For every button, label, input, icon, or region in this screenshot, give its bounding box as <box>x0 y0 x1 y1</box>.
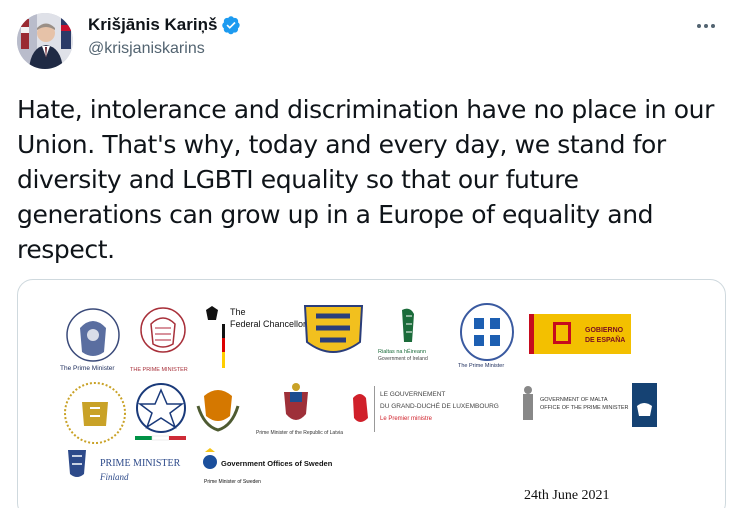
france-logo <box>64 382 126 444</box>
greece-logo: The Prime Minister <box>458 303 514 369</box>
sweden-label-1: Government Offices of Sweden <box>221 459 333 468</box>
latvia-logo: Prime Minister of the Republic of Latvia <box>256 383 343 436</box>
belgium-label: The Prime Minister <box>60 365 115 372</box>
name-row: Krišjānis Kariņš <box>88 15 241 35</box>
avatar[interactable] <box>17 13 73 69</box>
display-name[interactable]: Krišjānis Kariņš <box>88 15 217 35</box>
ireland-logo: Rialtas na hÉireann Government of Irelan… <box>378 308 428 362</box>
germany-logo: The Federal Chancellor <box>206 306 306 368</box>
cyprus-logo <box>196 390 240 432</box>
greece-label: The Prime Minister <box>458 363 504 369</box>
luxembourg-gov-logo: LE GOUVERNEMENT DU GRAND-DUCHÉ DE LUXEMB… <box>353 386 499 432</box>
tweet: Krišjānis Kariņš @krisjaniskarins Hate, … <box>0 0 734 508</box>
germany-label-2: Federal Chancellor <box>230 319 306 329</box>
luxembourg-gov-label-2: DU GRAND-DUCHÉ DE LUXEMBOURG <box>380 401 499 410</box>
luxembourg-pm-logo: THE PRIME MINISTER <box>130 307 188 373</box>
luxembourg-gov-label-1: LE GOUVERNEMENT <box>380 391 445 398</box>
malta-label-2: OFFICE OF THE PRIME MINISTER <box>540 405 629 411</box>
handle[interactable]: @krisjaniskarins <box>88 40 241 58</box>
malta-logo: GOVERNMENT OF MALTA OFFICE OF THE PRIME … <box>523 386 629 420</box>
finland-logo: PRIME MINISTER Finland <box>68 450 181 482</box>
finland-label-2: Finland <box>99 472 129 482</box>
document-date: 24th June 2021 <box>524 488 610 503</box>
tweet-text: Hate, intolerance and discrimination hav… <box>17 95 714 264</box>
verified-badge-icon <box>221 15 241 35</box>
tweet-image[interactable]: The Prime Minister THE PRIME MINISTER Th… <box>17 279 726 508</box>
italy-logo <box>135 383 186 441</box>
luxembourg-pm-label: THE PRIME MINISTER <box>130 367 188 373</box>
sweden-label-2: Prime Minister of Sweden <box>204 479 261 485</box>
author-info: Krišjānis Kariņš @krisjaniskarins <box>88 15 241 58</box>
belgium-logo: The Prime Minister <box>60 308 120 372</box>
netherlands-logo <box>632 383 657 427</box>
luxembourg-gov-label-3: Le Premier ministre <box>380 416 433 422</box>
ireland-label-1: Rialtas na hÉireann <box>378 348 426 355</box>
spain-label-1: GOBIERNO <box>585 327 624 334</box>
more-options-icon[interactable] <box>692 16 720 36</box>
estonia-logo <box>303 305 364 353</box>
sweden-logo: Government Offices of Sweden Prime Minis… <box>203 448 333 485</box>
finland-label-1: PRIME MINISTER <box>100 458 181 469</box>
ireland-label-2: Government of Ireland <box>378 356 428 362</box>
malta-label-1: GOVERNMENT OF MALTA <box>540 397 608 403</box>
latvia-label: Prime Minister of the Republic of Latvia <box>256 430 343 436</box>
germany-label-1: The <box>230 307 246 317</box>
spain-label-2: DE ESPAÑA <box>585 335 625 344</box>
spain-logo: GOBIERNO DE ESPAÑA <box>529 314 631 354</box>
